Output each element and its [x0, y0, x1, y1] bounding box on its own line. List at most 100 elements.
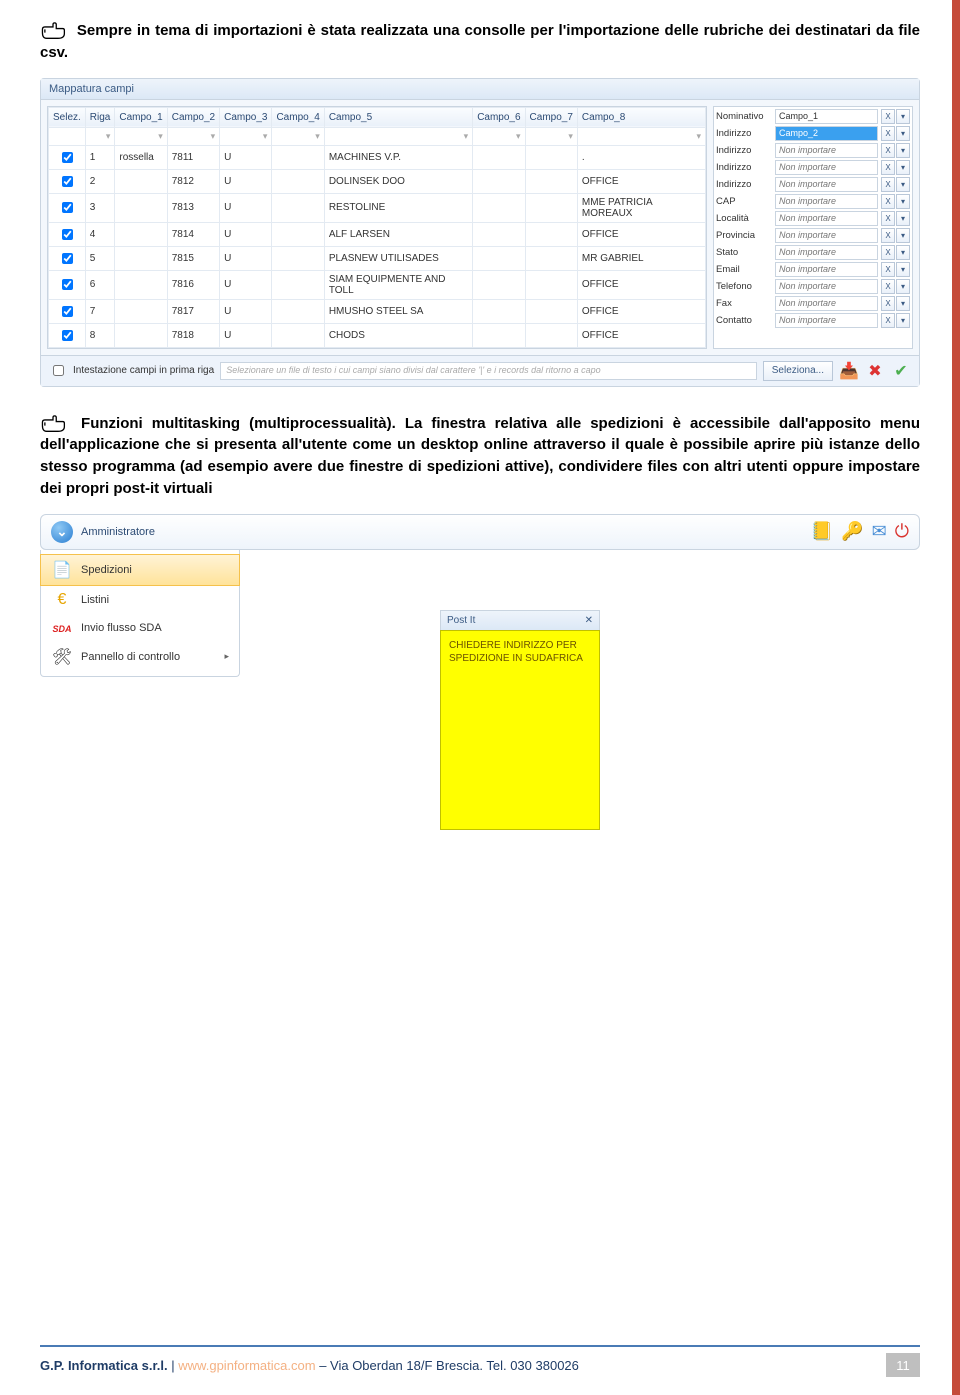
mapping-dropdown[interactable]: Non importare	[775, 177, 878, 192]
mapping-dropdown-button[interactable]: ▾	[896, 228, 910, 243]
confirm-icon[interactable]: ✔	[891, 361, 911, 381]
column-filter-cell[interactable]: ▾	[272, 127, 324, 145]
data-grid[interactable]: Selez.RigaCampo_1Campo_2Campo_3Campo_4Ca…	[47, 106, 707, 349]
table-row[interactable]: 37813URESTOLINEMME PATRICIA MOREAUX	[49, 193, 706, 222]
mapping-clear-button[interactable]: X	[881, 296, 895, 311]
column-filter-cell[interactable]: ▾	[220, 127, 272, 145]
notes-icon[interactable]: 📒	[811, 521, 833, 542]
menu-item[interactable]: 🛠Pannello di controllo▸	[41, 642, 239, 672]
menu-item[interactable]: 📄Spedizioni	[40, 554, 240, 586]
table-cell: 3	[85, 193, 115, 222]
mapping-dropdown[interactable]: Campo_1	[775, 109, 878, 124]
mapping-clear-button[interactable]: X	[881, 313, 895, 328]
table-row[interactable]: 1rossella7811UMACHINES V.P..	[49, 145, 706, 169]
mapping-dropdown-button[interactable]: ▾	[896, 245, 910, 260]
mapping-clear-button[interactable]: X	[881, 109, 895, 124]
mail-icon[interactable]: ✉	[872, 521, 887, 542]
mapping-dropdown[interactable]: Non importare	[775, 262, 878, 277]
mapping-dropdown-button[interactable]: ▾	[896, 313, 910, 328]
mapping-dropdown-button[interactable]: ▾	[896, 143, 910, 158]
column-header[interactable]: Riga	[85, 107, 115, 127]
row-select-checkbox[interactable]	[62, 279, 73, 290]
footer-link[interactable]: www.gpinformatica.com	[178, 1358, 315, 1373]
mapping-clear-button[interactable]: X	[881, 228, 895, 243]
table-row[interactable]: 27812UDOLINSEK DOOOFFICE	[49, 169, 706, 193]
mapping-dropdown-button[interactable]: ▾	[896, 296, 910, 311]
mapping-clear-button[interactable]: X	[881, 143, 895, 158]
mapping-clear-button[interactable]: X	[881, 211, 895, 226]
column-filter-cell[interactable]: ▾	[473, 127, 525, 145]
mapping-dropdown[interactable]: Non importare	[775, 160, 878, 175]
column-header[interactable]: Campo_2	[167, 107, 219, 127]
column-filter-cell[interactable]: ▾	[324, 127, 472, 145]
menu-item[interactable]: SDAInvio flusso SDA	[41, 614, 239, 642]
mapping-dropdown-button[interactable]: ▾	[896, 109, 910, 124]
cancel-icon[interactable]: ✖	[865, 361, 885, 381]
menu-item[interactable]: €Listini	[41, 586, 239, 614]
column-header[interactable]: Campo_4	[272, 107, 324, 127]
row-select-checkbox[interactable]	[62, 229, 73, 240]
mapping-clear-button[interactable]: X	[881, 245, 895, 260]
mapping-dropdown-button[interactable]: ▾	[896, 262, 910, 277]
mapping-label: Stato	[716, 247, 772, 258]
mapping-dropdown[interactable]: Non importare	[775, 143, 878, 158]
column-filter-cell[interactable]: ▾	[85, 127, 115, 145]
select-file-button[interactable]: Seleziona...	[763, 361, 833, 381]
mapping-clear-button[interactable]: X	[881, 279, 895, 294]
mapping-dropdown[interactable]: Non importare	[775, 194, 878, 209]
mapping-dropdown[interactable]: Non importare	[775, 313, 878, 328]
column-filter-cell[interactable]	[49, 127, 86, 145]
column-header[interactable]: Campo_5	[324, 107, 472, 127]
column-header[interactable]: Campo_8	[577, 107, 705, 127]
mapping-dropdown-button[interactable]: ▾	[896, 279, 910, 294]
mapping-clear-button[interactable]: X	[881, 177, 895, 192]
power-icon[interactable]: ⏻	[895, 521, 909, 542]
mapping-clear-button[interactable]: X	[881, 126, 895, 141]
table-row[interactable]: 87818UCHODSOFFICE	[49, 323, 706, 347]
postit-widget[interactable]: Post It ✕ CHIEDERE INDIRIZZO PER SPEDIZI…	[440, 610, 600, 830]
table-row[interactable]: 57815UPLASNEW UTILISADESMR GABRIEL	[49, 246, 706, 270]
mapping-dropdown-button[interactable]: ▾	[896, 211, 910, 226]
header-first-row-checkbox[interactable]	[53, 365, 64, 376]
mapping-dropdown[interactable]: Non importare	[775, 279, 878, 294]
postit-body[interactable]: CHIEDERE INDIRIZZO PER SPEDIZIONE IN SUD…	[440, 630, 600, 830]
close-icon[interactable]: ✕	[585, 615, 593, 626]
mapping-dropdown[interactable]: Non importare	[775, 245, 878, 260]
open-file-icon[interactable]: 📥	[839, 361, 859, 381]
row-select-checkbox[interactable]	[62, 306, 73, 317]
column-filter-cell[interactable]: ▾	[525, 127, 577, 145]
intro-paragraph-2: Funzioni multitasking (multiprocessualit…	[40, 413, 920, 500]
column-header[interactable]: Campo_1	[115, 107, 167, 127]
mapping-clear-button[interactable]: X	[881, 262, 895, 277]
row-select-checkbox[interactable]	[62, 202, 73, 213]
mapping-dropdown[interactable]: Non importare	[775, 211, 878, 226]
mapping-clear-button[interactable]: X	[881, 194, 895, 209]
mapping-dropdown[interactable]: Campo_2	[775, 126, 878, 141]
column-header[interactable]: Campo_6	[473, 107, 525, 127]
mapping-dropdown[interactable]: Non importare	[775, 228, 878, 243]
mapping-clear-button[interactable]: X	[881, 160, 895, 175]
table-row[interactable]: 67816USIAM EQUIPMENTE AND TOLLOFFICE	[49, 270, 706, 299]
column-filter-cell[interactable]: ▾	[167, 127, 219, 145]
column-header[interactable]: Campo_3	[220, 107, 272, 127]
mapping-dropdown-button[interactable]: ▾	[896, 126, 910, 141]
table-cell	[49, 222, 86, 246]
row-select-checkbox[interactable]	[62, 253, 73, 264]
table-row[interactable]: 47814UALF LARSENOFFICE	[49, 222, 706, 246]
column-header[interactable]: Campo_7	[525, 107, 577, 127]
table-row[interactable]: 77817UHMUSHO STEEL SAOFFICE	[49, 299, 706, 323]
mapping-dropdown-button[interactable]: ▾	[896, 194, 910, 209]
mapping-dropdown[interactable]: Non importare	[775, 296, 878, 311]
column-filter-cell[interactable]: ▾	[577, 127, 705, 145]
row-select-checkbox[interactable]	[62, 176, 73, 187]
keys-icon[interactable]: 🔑	[841, 521, 863, 542]
row-select-checkbox[interactable]	[62, 330, 73, 341]
column-header[interactable]: Selez.	[49, 107, 86, 127]
column-filter-cell[interactable]: ▾	[115, 127, 167, 145]
mapping-dropdown-button[interactable]: ▾	[896, 160, 910, 175]
row-select-checkbox[interactable]	[62, 152, 73, 163]
table-cell	[473, 169, 525, 193]
menu-toggle-icon[interactable]: ⌄	[51, 521, 73, 543]
mapping-dropdown-button[interactable]: ▾	[896, 177, 910, 192]
table-cell	[525, 193, 577, 222]
